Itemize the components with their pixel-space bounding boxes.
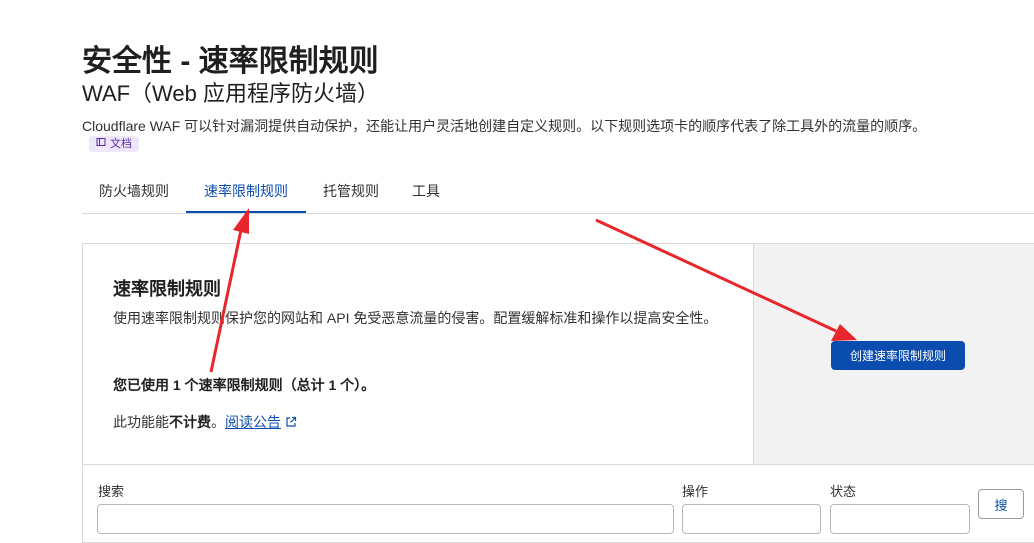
action-filter-label: 操作 (682, 484, 709, 499)
tab-managed-rules[interactable]: 托管规则 (306, 170, 396, 212)
billing-prefix: 此功能能 (113, 414, 169, 430)
billing-note: 此功能能不计费。阅读公告 (113, 411, 297, 433)
tab-bar: 防火墙规则 速率限制规则 托管规则 工具 (82, 170, 1034, 214)
status-filter-select[interactable] (830, 504, 970, 534)
card-divider (83, 464, 1034, 465)
rate-limiting-card: 速率限制规则 使用速率限制规则保护您的网站和 API 免受恶意流量的侵害。配置缓… (82, 243, 1034, 543)
search-label: 搜索 (98, 484, 125, 499)
card-info-panel: 速率限制规则 使用速率限制规则保护您的网站和 API 免受恶意流量的侵害。配置缓… (83, 244, 754, 464)
tab-firewall-rules[interactable]: 防火墙规则 (82, 170, 186, 212)
search-button[interactable]: 搜 (978, 489, 1024, 519)
status-filter-label: 状态 (830, 484, 857, 499)
tab-tools[interactable]: 工具 (396, 170, 456, 212)
usage-summary: 您已使用 1 个速率限制规则（总计 1 个）。 (113, 377, 376, 393)
announcement-link[interactable]: 阅读公告 (225, 414, 281, 430)
action-filter-select[interactable] (682, 504, 821, 534)
card-title: 速率限制规则 (113, 279, 221, 299)
book-icon (96, 136, 106, 152)
docs-label: 文档 (110, 138, 132, 150)
page-title: 安全性 - 速率限制规则 (82, 45, 379, 78)
create-rate-limiting-rule-button[interactable]: 创建速率限制规则 (831, 341, 965, 370)
search-input[interactable] (97, 504, 674, 534)
card-description: 使用速率限制规则保护您的网站和 API 免受恶意流量的侵害。配置缓解标准和操作以… (113, 310, 718, 326)
billing-separator: 。 (211, 414, 225, 430)
docs-link[interactable]: 文档 (89, 136, 139, 152)
page-subtitle: WAF（Web 应用程序防火墙） (82, 81, 380, 106)
tab-rate-limiting-rules[interactable]: 速率限制规则 (186, 170, 306, 213)
external-link-icon (285, 412, 297, 427)
page-description: Cloudflare WAF 可以针对漏洞提供自动保护，还能让用户灵活地创建自定… (82, 118, 927, 134)
billing-status: 不计费 (169, 414, 211, 430)
